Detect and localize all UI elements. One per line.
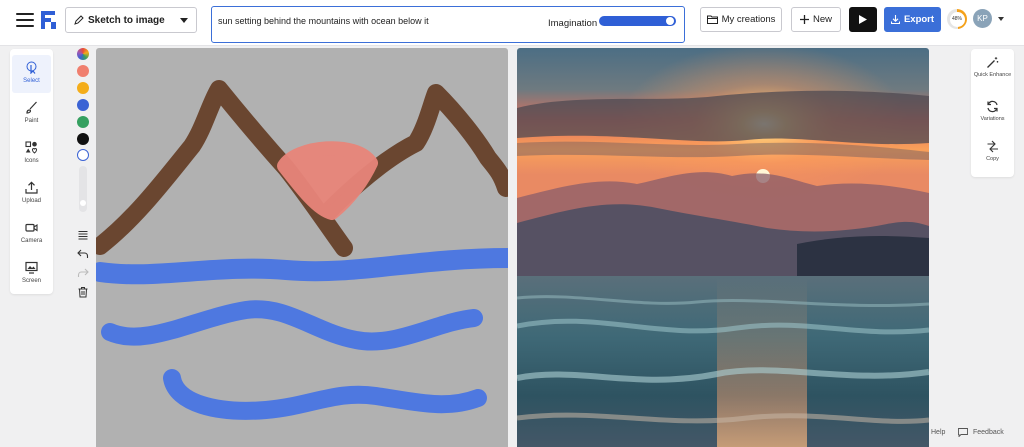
tool-select[interactable]: Select: [12, 55, 51, 93]
sketch-drawing: [96, 80, 508, 420]
variations-label: Variations: [980, 116, 1005, 122]
redo-icon[interactable]: [77, 267, 89, 279]
imagination-slider-knob[interactable]: [666, 17, 674, 25]
swatch-color[interactable]: [77, 133, 89, 145]
new-label: New: [812, 14, 832, 25]
app-logo-icon[interactable]: [41, 11, 57, 29]
help-link[interactable]: Help: [931, 429, 945, 436]
prompt-box: Imagination: [211, 6, 685, 43]
tool-paint[interactable]: Paint: [12, 95, 51, 133]
download-icon: [890, 15, 900, 24]
quick-enhance-label: Quick Enhance: [973, 72, 1012, 78]
sketch-canvas[interactable]: [96, 48, 508, 447]
magic-wand-icon: [987, 57, 999, 68]
screen-icon: [25, 261, 38, 274]
tool-screen[interactable]: Screen: [12, 255, 51, 293]
tool-icons[interactable]: Icons: [12, 135, 51, 173]
imagination-label: Imagination: [548, 18, 598, 29]
hamburger-menu-icon[interactable]: [16, 13, 34, 27]
icons-icon: [25, 141, 38, 154]
copy-icon: [987, 140, 998, 153]
brush-size-slider[interactable]: [79, 166, 87, 212]
brush-size-knob[interactable]: [80, 200, 86, 206]
play-button[interactable]: [849, 7, 877, 32]
tool-upload-label: Upload: [21, 198, 41, 204]
sketch-wave-1: [96, 248, 508, 285]
export-button[interactable]: Export: [884, 7, 941, 32]
color-palette: [75, 46, 91, 306]
tool-paint-label: Paint: [24, 118, 39, 124]
chat-icon: [958, 428, 968, 437]
imagination-slider[interactable]: [599, 16, 676, 26]
feedback-label: Feedback: [973, 429, 1004, 436]
my-creations-label: My creations: [721, 14, 776, 25]
tool-select-label: Select: [23, 78, 40, 84]
variations-button[interactable]: Variations: [973, 95, 1012, 135]
play-icon: [859, 15, 867, 24]
sketch-wave-2: [101, 300, 483, 351]
feedback-link[interactable]: Feedback: [958, 428, 1004, 437]
prompt-input[interactable]: [218, 16, 528, 26]
sketch-wave-3: [163, 369, 487, 420]
new-button[interactable]: New: [791, 7, 841, 32]
mode-dropdown-label: Sketch to image: [88, 14, 165, 26]
trash-icon[interactable]: [77, 286, 89, 298]
copy-button[interactable]: Copy: [973, 135, 1012, 175]
tool-upload[interactable]: Upload: [12, 175, 51, 213]
tool-camera[interactable]: Camera: [12, 215, 51, 253]
brush-icon: [26, 101, 37, 114]
layers-icon[interactable]: [77, 229, 89, 241]
camera-icon: [25, 223, 38, 232]
generated-image[interactable]: [517, 48, 929, 447]
sunset-image: [517, 48, 929, 447]
folder-icon: [706, 15, 718, 24]
swatch-color[interactable]: [77, 116, 89, 128]
chevron-down-icon: [180, 17, 188, 23]
pen-icon: [74, 15, 84, 25]
export-label: Export: [903, 14, 935, 25]
quick-enhance-button[interactable]: Quick Enhance: [973, 51, 1012, 91]
refresh-icon: [987, 100, 998, 113]
swatch-color[interactable]: [77, 82, 89, 94]
pointer-icon: [26, 61, 37, 74]
left-toolbar: Select Paint Icons Upload Camera Screen: [10, 49, 53, 294]
avatar[interactable]: KP: [973, 9, 992, 28]
undo-icon[interactable]: [77, 248, 89, 260]
mode-dropdown[interactable]: Sketch to image: [65, 7, 197, 33]
credits-percent: 48%: [949, 11, 965, 27]
my-creations-button[interactable]: My creations: [700, 7, 782, 32]
upload-icon: [25, 181, 38, 194]
tool-screen-label: Screen: [21, 278, 41, 284]
swatch-color[interactable]: [77, 65, 89, 77]
swatch-color[interactable]: [77, 149, 89, 161]
account-chevron-down-icon[interactable]: [998, 17, 1004, 21]
tool-icons-label: Icons: [24, 158, 39, 164]
top-bar: Sketch to image Imagination My creations…: [0, 0, 1024, 46]
sketch-sun-stroke: [277, 141, 378, 220]
color-wheel-icon[interactable]: [77, 48, 89, 60]
copy-label: Copy: [986, 156, 999, 162]
credits-indicator[interactable]: 48%: [947, 9, 967, 29]
tool-camera-label: Camera: [20, 238, 43, 244]
swatch-color[interactable]: [77, 99, 89, 111]
right-toolbar: Quick Enhance Variations Copy: [971, 49, 1014, 177]
plus-icon: [799, 15, 809, 24]
